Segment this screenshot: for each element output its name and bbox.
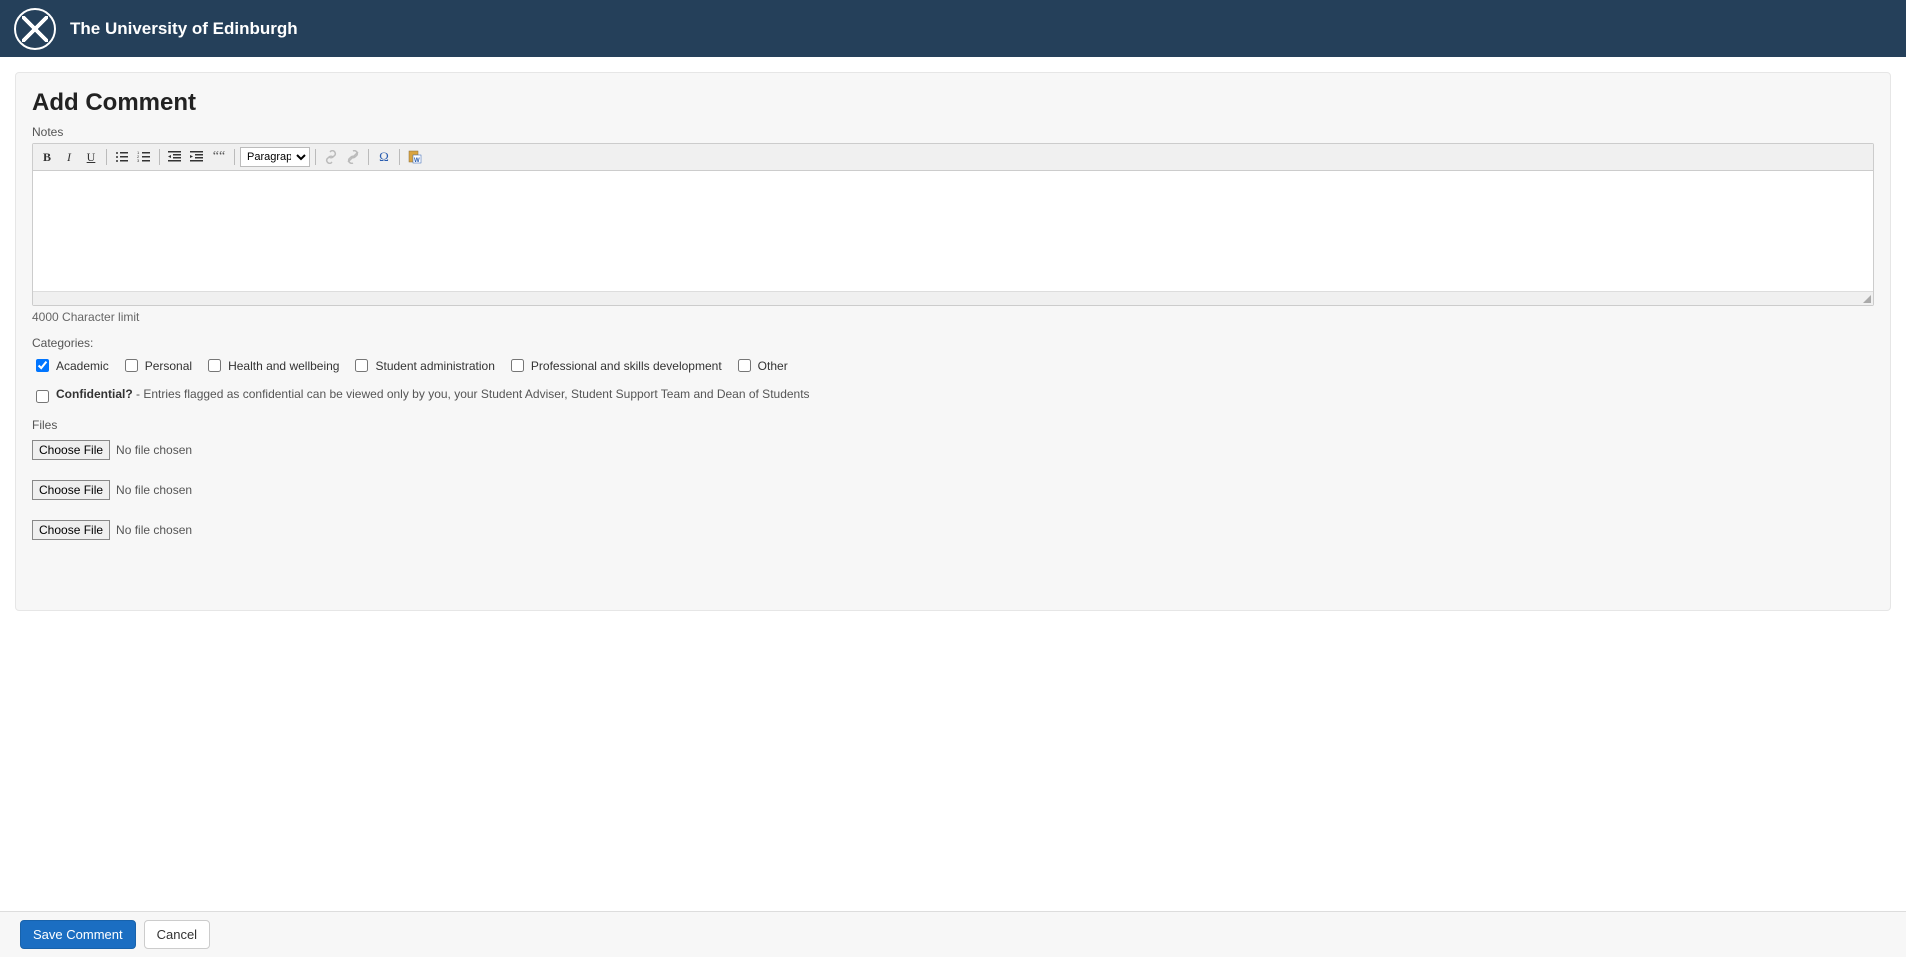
cancel-button[interactable]: Cancel bbox=[144, 920, 210, 949]
file-upload-row: Choose File No file chosen bbox=[32, 440, 1874, 460]
files-label: Files bbox=[32, 418, 1874, 432]
category-checkbox[interactable] bbox=[208, 359, 221, 372]
editor-resize-handle[interactable] bbox=[33, 291, 1873, 305]
choose-file-button[interactable]: Choose File bbox=[32, 440, 110, 460]
page-header: The University of Edinburgh bbox=[0, 0, 1906, 57]
form-panel: Add Comment Notes B I U 123 bbox=[15, 72, 1891, 611]
categories-label: Categories: bbox=[32, 336, 1874, 350]
bullet-list-icon[interactable] bbox=[112, 147, 132, 167]
italic-icon[interactable]: I bbox=[59, 147, 79, 167]
header-title: The University of Edinburgh bbox=[70, 19, 298, 39]
toolbar-separator bbox=[106, 149, 107, 165]
svg-text:W: W bbox=[414, 158, 420, 164]
category-checkbox[interactable] bbox=[511, 359, 524, 372]
paste-word-icon[interactable]: W bbox=[405, 147, 425, 167]
choose-file-button[interactable]: Choose File bbox=[32, 480, 110, 500]
indent-icon[interactable] bbox=[187, 147, 207, 167]
bold-icon[interactable]: B bbox=[37, 147, 57, 167]
rich-text-editor: B I U 123 ““ Pa bbox=[32, 143, 1874, 306]
category-label: Other bbox=[758, 359, 788, 373]
category-label: Student administration bbox=[375, 359, 494, 373]
page-title: Add Comment bbox=[32, 89, 1874, 117]
confidential-desc: - Entries flagged as confidential can be… bbox=[136, 387, 810, 401]
file-status-label: No file chosen bbox=[116, 523, 192, 537]
link-icon[interactable] bbox=[321, 147, 341, 167]
underline-icon[interactable]: U bbox=[81, 147, 101, 167]
file-upload-row: Choose File No file chosen bbox=[32, 480, 1874, 500]
editor-toolbar: B I U 123 ““ Pa bbox=[33, 144, 1873, 171]
footer-bar: Save Comment Cancel bbox=[0, 911, 1906, 957]
toolbar-separator bbox=[315, 149, 316, 165]
category-item[interactable]: Academic bbox=[32, 356, 109, 375]
choose-file-button[interactable]: Choose File bbox=[32, 520, 110, 540]
unlink-icon[interactable] bbox=[343, 147, 363, 167]
notes-label: Notes bbox=[32, 125, 1874, 139]
file-status-label: No file chosen bbox=[116, 443, 192, 457]
special-char-icon[interactable]: Ω bbox=[374, 147, 394, 167]
category-label: Professional and skills development bbox=[531, 359, 722, 373]
svg-text:3: 3 bbox=[137, 158, 140, 163]
category-label: Health and wellbeing bbox=[228, 359, 339, 373]
toolbar-separator bbox=[234, 149, 235, 165]
category-item[interactable]: Other bbox=[734, 356, 788, 375]
file-upload-row: Choose File No file chosen bbox=[32, 520, 1874, 540]
toolbar-separator bbox=[159, 149, 160, 165]
category-label: Personal bbox=[145, 359, 192, 373]
save-comment-button[interactable]: Save Comment bbox=[20, 920, 136, 949]
category-checkbox[interactable] bbox=[125, 359, 138, 372]
category-item[interactable]: Personal bbox=[121, 356, 192, 375]
toolbar-separator bbox=[368, 149, 369, 165]
category-item[interactable]: Student administration bbox=[351, 356, 494, 375]
category-checkbox[interactable] bbox=[738, 359, 751, 372]
toolbar-separator bbox=[399, 149, 400, 165]
numbered-list-icon[interactable]: 123 bbox=[134, 147, 154, 167]
category-checkbox[interactable] bbox=[355, 359, 368, 372]
category-item[interactable]: Health and wellbeing bbox=[204, 356, 339, 375]
file-status-label: No file chosen bbox=[116, 483, 192, 497]
category-item[interactable]: Professional and skills development bbox=[507, 356, 722, 375]
category-checkbox[interactable] bbox=[36, 359, 49, 372]
university-logo bbox=[14, 8, 56, 50]
char-limit-label: 4000 Character limit bbox=[32, 310, 1874, 324]
confidential-label: Confidential? bbox=[56, 387, 133, 401]
outdent-icon[interactable] bbox=[165, 147, 185, 167]
logo-saltire-icon bbox=[22, 16, 48, 42]
blockquote-icon[interactable]: ““ bbox=[209, 147, 229, 167]
category-label: Academic bbox=[56, 359, 109, 373]
notes-textarea[interactable] bbox=[33, 171, 1873, 291]
format-select[interactable]: Paragraph bbox=[240, 147, 310, 167]
confidential-checkbox[interactable] bbox=[36, 390, 49, 403]
